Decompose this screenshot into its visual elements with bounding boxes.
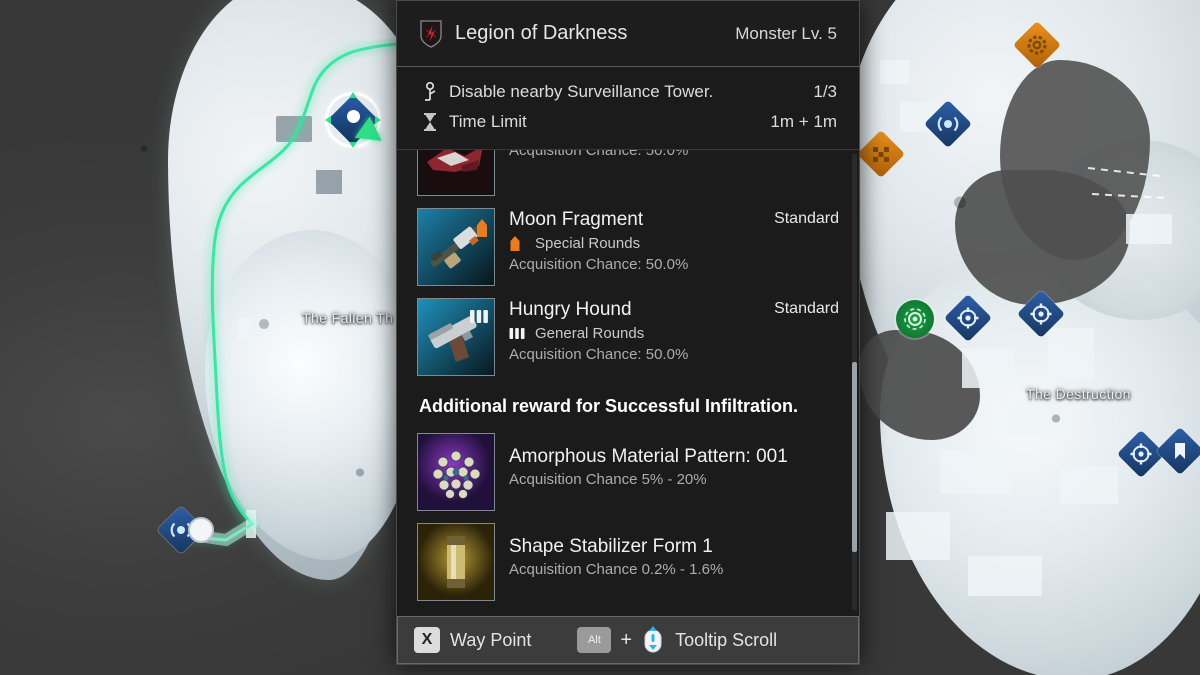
general-rounds-icon bbox=[509, 327, 527, 340]
objectives-list: Disable nearby Surveillance Tower. 1/3 T… bbox=[397, 67, 859, 150]
map-label-region: The Fallen Th bbox=[302, 310, 394, 326]
reward-body: Amorphous Material Pattern: 001 Acquisit… bbox=[495, 433, 841, 511]
map-building bbox=[880, 60, 910, 84]
reward-name: Amorphous Material Pattern: 001 bbox=[509, 446, 788, 467]
cluster-icon bbox=[871, 144, 891, 164]
item-artwork bbox=[418, 524, 494, 600]
additional-reward-item[interactable]: Shape Stabilizer Form 1 Acquisition Chan… bbox=[417, 517, 841, 607]
map-building bbox=[316, 170, 342, 194]
reward-scroll-area[interactable]: Acquisition Chance: 50.0% Moon Fragment … bbox=[397, 150, 859, 616]
reward-grade: Standard bbox=[774, 210, 839, 227]
map-building bbox=[246, 510, 256, 538]
map-building bbox=[962, 348, 1014, 388]
panel-header: Legion of Darkness Monster Lv. 5 bbox=[397, 1, 859, 67]
special-rounds-icon bbox=[475, 218, 489, 243]
objective-row: Time Limit 1m + 1m bbox=[419, 107, 837, 137]
waypoint-circle-icon[interactable] bbox=[188, 517, 214, 543]
reward-chance: Acquisition Chance: 50.0% bbox=[509, 256, 689, 273]
plus-symbol: + bbox=[620, 628, 633, 651]
sniper-rifle-icon bbox=[417, 208, 495, 286]
item-artwork bbox=[418, 150, 494, 195]
signal-icon bbox=[937, 113, 959, 135]
map-building bbox=[1060, 466, 1118, 504]
map-building bbox=[1126, 214, 1172, 244]
special-rounds-icon bbox=[509, 235, 527, 252]
reward-chance: Acquisition Chance 0.2% - 1.6% bbox=[509, 561, 724, 578]
reward-subtype: Special Rounds bbox=[509, 232, 841, 254]
reward-chance: Acquisition Chance: 50.0% bbox=[509, 346, 689, 363]
key-badge-alt[interactable]: Alt bbox=[577, 627, 612, 653]
item-artwork bbox=[418, 434, 494, 510]
panel-footer: X Way Point Alt + Tooltip Scroll bbox=[397, 616, 859, 664]
objective-text: Disable nearby Surveillance Tower. bbox=[449, 82, 714, 101]
reward-subtype-label: Special Rounds bbox=[535, 234, 641, 252]
game-map-screen: The Fallen Th The Destruction Legion of … bbox=[0, 0, 1200, 675]
map-building bbox=[940, 450, 1010, 494]
reward-subtype: General Rounds bbox=[509, 322, 841, 344]
map-marker-capture-green[interactable] bbox=[896, 300, 934, 338]
surveillance-tower-icon bbox=[419, 82, 441, 102]
mouse-wheel-icon bbox=[641, 626, 665, 654]
reward-grade: Standard bbox=[774, 300, 839, 317]
mission-tooltip-panel: Legion of Darkness Monster Lv. 5 Disable… bbox=[396, 0, 860, 665]
key-badge-x[interactable]: X bbox=[414, 627, 440, 653]
faction-name: Legion of Darkness bbox=[455, 22, 628, 44]
reward-item[interactable]: Moon Fragment Special Rounds Acquisition… bbox=[417, 202, 841, 292]
weapon-red-icon bbox=[417, 150, 495, 196]
player-waypoint-marker[interactable] bbox=[325, 92, 390, 152]
objective-progress: 1/3 bbox=[813, 82, 837, 101]
hourglass-icon bbox=[419, 112, 441, 132]
reward-chance: Acquisition Chance 5% - 20% bbox=[509, 471, 707, 488]
reward-item[interactable]: Hungry Hound General Rounds Acquisition … bbox=[417, 292, 841, 382]
map-building bbox=[276, 116, 312, 142]
waypoint-action-label: Way Point bbox=[450, 629, 532, 650]
map-building bbox=[1048, 328, 1094, 380]
additional-reward-item[interactable]: Amorphous Material Pattern: 001 Acquisit… bbox=[417, 427, 841, 517]
map-building bbox=[886, 512, 950, 560]
additional-reward-title: Additional reward for Successful Infiltr… bbox=[419, 396, 799, 416]
handgun-icon bbox=[417, 298, 495, 376]
tooltip-scroll-label: Tooltip Scroll bbox=[675, 629, 778, 650]
tooltip-scrollbar[interactable] bbox=[852, 154, 857, 610]
reward-subtype-label: General Rounds bbox=[535, 324, 645, 342]
monster-level: Monster Lv. 5 bbox=[735, 23, 837, 43]
reward-name: Shape Stabilizer Form 1 bbox=[509, 536, 713, 557]
tooltip-scrollbar-thumb[interactable] bbox=[852, 362, 857, 552]
gear-icon bbox=[1027, 35, 1047, 55]
general-rounds-icon bbox=[469, 308, 489, 329]
reward-body: Acquisition Chance: 50.0% bbox=[495, 150, 841, 196]
map-building bbox=[238, 318, 252, 340]
reward-chance: Acquisition Chance: 50.0% bbox=[509, 150, 689, 159]
crosshair-icon bbox=[1130, 443, 1152, 465]
shape-stabilizer-icon bbox=[417, 523, 495, 601]
objective-row: Disable nearby Surveillance Tower. 1/3 bbox=[419, 77, 837, 107]
map-building bbox=[1004, 402, 1064, 436]
reward-item[interactable]: Acquisition Chance: 50.0% bbox=[417, 150, 841, 202]
target-ring-icon bbox=[902, 306, 928, 332]
objective-text: Time Limit bbox=[449, 112, 527, 131]
crosshair-icon bbox=[1030, 303, 1052, 325]
shield-lightning-icon bbox=[419, 19, 443, 49]
reward-body: Shape Stabilizer Form 1 Acquisition Chan… bbox=[495, 523, 841, 601]
objective-value: 1m + 1m bbox=[770, 112, 837, 131]
map-building bbox=[968, 556, 1042, 596]
banner-icon bbox=[1170, 441, 1190, 461]
amorphous-material-icon bbox=[417, 433, 495, 511]
map-label-region: The Destruction bbox=[1026, 386, 1131, 402]
reward-list: Acquisition Chance: 50.0% Moon Fragment … bbox=[397, 150, 859, 607]
crosshair-icon bbox=[957, 307, 979, 329]
